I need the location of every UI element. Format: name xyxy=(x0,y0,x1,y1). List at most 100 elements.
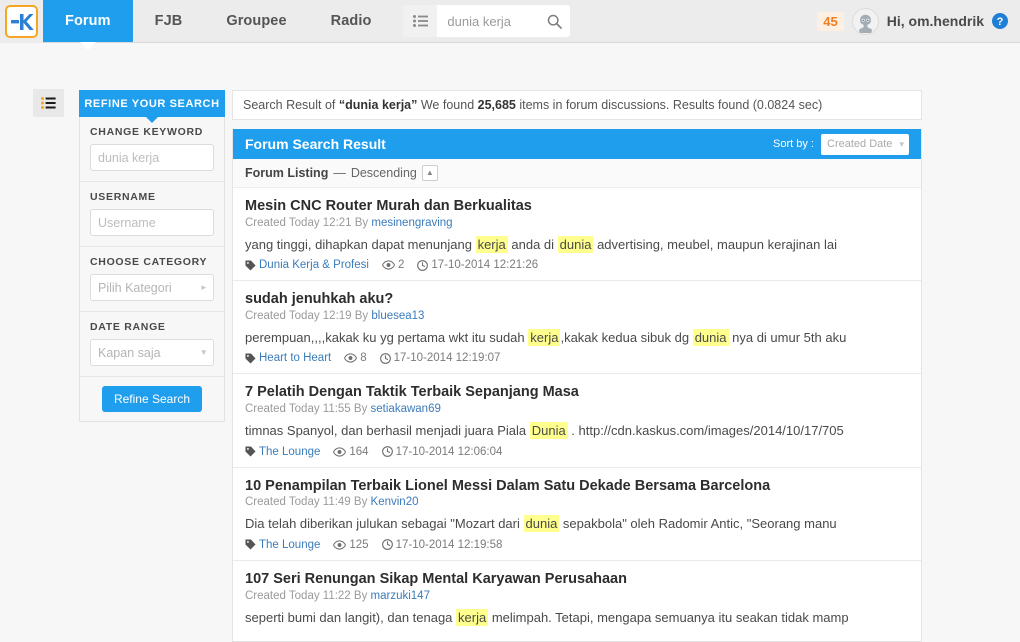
help-button[interactable]: ? xyxy=(992,13,1008,29)
nav-tab-groupee[interactable]: Groupee xyxy=(204,0,308,42)
listing-order: Descending xyxy=(350,166,417,180)
result-meta: Heart to Heart 8 17-10-2014 12:19:07 xyxy=(245,352,909,364)
result-author-link[interactable]: Kenvin20 xyxy=(371,496,419,508)
nav-search-group xyxy=(403,0,571,42)
snippet-text: perempuan,,,,kakak ku yg pertama wkt itu… xyxy=(245,329,529,345)
result-snippet: seperti bumi dan langit), dan tenaga ker… xyxy=(245,608,909,627)
highlight-term: Dunia xyxy=(529,422,568,440)
result-author-link[interactable]: mesinengraving xyxy=(371,217,452,229)
result-title[interactable]: 10 Penampilan Terbaik Lionel Messi Dalam… xyxy=(245,478,909,496)
result-category-link[interactable]: The Lounge xyxy=(259,446,320,458)
eye-icon xyxy=(381,260,395,270)
user-greeting: Hi, om.hendrik xyxy=(886,13,984,29)
summary-prefix: Search Result of xyxy=(243,98,339,112)
result-category-group: Heart to Heart xyxy=(245,352,331,364)
filter-label-category: CHOOSE CATEGORY xyxy=(90,256,208,268)
top-navigation-bar: Forum FJB Groupee Radio 45 xyxy=(0,0,1020,50)
eye-icon xyxy=(333,447,347,457)
snippet-text: nya di umur 5th aku xyxy=(728,329,847,345)
result-item: sudah jenuhkah aku? Created Today 12:19 B… xyxy=(233,281,921,375)
clock-icon xyxy=(381,539,393,551)
result-category-link[interactable]: Heart to Heart xyxy=(259,352,331,364)
sort-direction-toggle[interactable]: ▲ xyxy=(421,165,438,181)
result-author-link[interactable]: marzuki147 xyxy=(371,590,430,602)
snippet-text: ,kakak kedua sibuk dg xyxy=(560,329,693,345)
refine-search-button[interactable]: Refine Search xyxy=(101,386,203,412)
date-range-select-value: Kapan saja xyxy=(98,345,161,360)
panel-header: Forum Search Result Sort by : Created Da… xyxy=(233,129,921,159)
highlight-term: kerja xyxy=(528,328,561,346)
result-author-link[interactable]: bluesea13 xyxy=(371,310,424,322)
result-title[interactable]: Mesin CNC Router Murah dan Berkualitas xyxy=(245,198,909,216)
result-category-link[interactable]: The Lounge xyxy=(259,539,320,551)
snippet-text: yang tinggi, dihapkan dapat menunjang xyxy=(245,236,476,252)
result-view-count: 2 xyxy=(397,259,405,272)
result-created-line: Created Today 12:21 By mesinengraving xyxy=(245,217,909,229)
highlight-term: kerja xyxy=(475,235,508,253)
notification-badge[interactable]: 45 xyxy=(817,11,844,31)
result-category-link[interactable]: Dunia Kerja & Profesi xyxy=(259,259,369,271)
result-created-text: Created Today 12:19 By xyxy=(245,309,372,322)
clock-icon xyxy=(417,259,429,271)
refine-search-header: REFINE YOUR SEARCH xyxy=(79,90,225,123)
search-icon xyxy=(548,14,563,29)
tag-icon xyxy=(245,353,256,364)
sort-by-label: Sort by : xyxy=(773,138,814,150)
clock-icon xyxy=(381,446,393,458)
user-area: 45 Hi, om.hendrik ? xyxy=(817,0,1020,42)
highlight-term: kerja xyxy=(456,608,489,626)
category-select[interactable]: Pilih Kategori ▸ xyxy=(90,274,214,301)
result-views-group: 125 xyxy=(333,539,369,551)
site-logo[interactable] xyxy=(0,0,43,43)
list-menu-icon xyxy=(41,97,56,109)
snippet-text: anda di xyxy=(507,236,558,252)
summary-suffix: items in forum discussions. Results foun… xyxy=(515,98,823,112)
result-snippet: timnas Spanyol, dan berhasil menjadi jua… xyxy=(245,422,909,440)
list-menu-icon xyxy=(412,15,428,27)
result-view-count: 8 xyxy=(360,352,367,365)
chevron-down-icon: ▾ xyxy=(201,347,206,357)
results-list: Mesin CNC Router Murah dan Berkualitas Cr… xyxy=(233,188,921,642)
result-title[interactable]: 107 Seri Renungan Sikap Mental Karyawan … xyxy=(245,571,909,589)
result-timestamp: 17-10-2014 12:19:58 xyxy=(395,538,503,551)
panel-title: Forum Search Result xyxy=(245,136,386,152)
date-range-select[interactable]: Kapan saja ▾ xyxy=(90,339,214,366)
keyword-input[interactable] xyxy=(90,144,214,171)
svg-text:?: ? xyxy=(997,16,1004,28)
chevron-down-icon: ▾ xyxy=(899,138,904,149)
nav-tab-forum[interactable]: Forum xyxy=(43,0,133,50)
result-view-count: 164 xyxy=(349,445,369,458)
username-input[interactable] xyxy=(90,209,214,236)
eye-icon xyxy=(344,353,358,364)
summary-middle: We found xyxy=(417,98,478,112)
tag-icon xyxy=(245,539,256,550)
sort-by-select[interactable]: Created Date ▾ xyxy=(821,133,909,155)
result-item: Mesin CNC Router Murah dan Berkualitas Cr… xyxy=(233,188,921,282)
result-views-group: 2 xyxy=(381,259,405,272)
filter-group-category: CHOOSE CATEGORY Pilih Kategori ▸ xyxy=(80,247,224,312)
refine-search-sidebar: REFINE YOUR SEARCH CHANGE KEYWORD USERNA… xyxy=(79,90,225,422)
filter-group-date-range: DATE RANGE Kapan saja ▾ xyxy=(80,312,224,377)
result-author-link[interactable]: setiakawan69 xyxy=(371,403,441,415)
filter-label-date-range: DATE RANGE xyxy=(90,321,166,333)
snippet-text: advertising, meubel, maupun kerajinan la… xyxy=(593,236,837,252)
search-category-button[interactable] xyxy=(403,5,438,37)
chevron-right-icon: ▸ xyxy=(201,282,206,292)
sidebar-toggle-button[interactable] xyxy=(33,89,64,117)
nav-tab-fjb[interactable]: FJB xyxy=(133,0,205,42)
search-input[interactable] xyxy=(445,12,544,30)
result-timestamp: 17-10-2014 12:21:26 xyxy=(431,259,539,272)
nav-tab-radio[interactable]: Radio xyxy=(309,0,394,42)
listing-dash: — xyxy=(333,166,346,180)
result-title[interactable]: sudah jenuhkah aku? xyxy=(245,291,909,309)
question-mark-icon: ? xyxy=(992,13,1008,29)
result-category-group: The Lounge xyxy=(245,446,320,458)
avatar[interactable] xyxy=(851,7,879,35)
result-created-line: Created Today 11:55 By setiakawan69 xyxy=(245,403,909,415)
result-meta: Dunia Kerja & Profesi 2 17-10-2014 12:21:2… xyxy=(245,259,909,271)
search-submit-button[interactable] xyxy=(543,14,563,29)
result-created-line: Created Today 12:19 By bluesea13 xyxy=(245,310,909,322)
result-title[interactable]: 7 Pelatih Dengan Taktik Terbaik Sepanjan… xyxy=(245,384,909,402)
result-views-group: 164 xyxy=(333,445,369,458)
filter-label-keyword: CHANGE KEYWORD xyxy=(90,126,204,138)
